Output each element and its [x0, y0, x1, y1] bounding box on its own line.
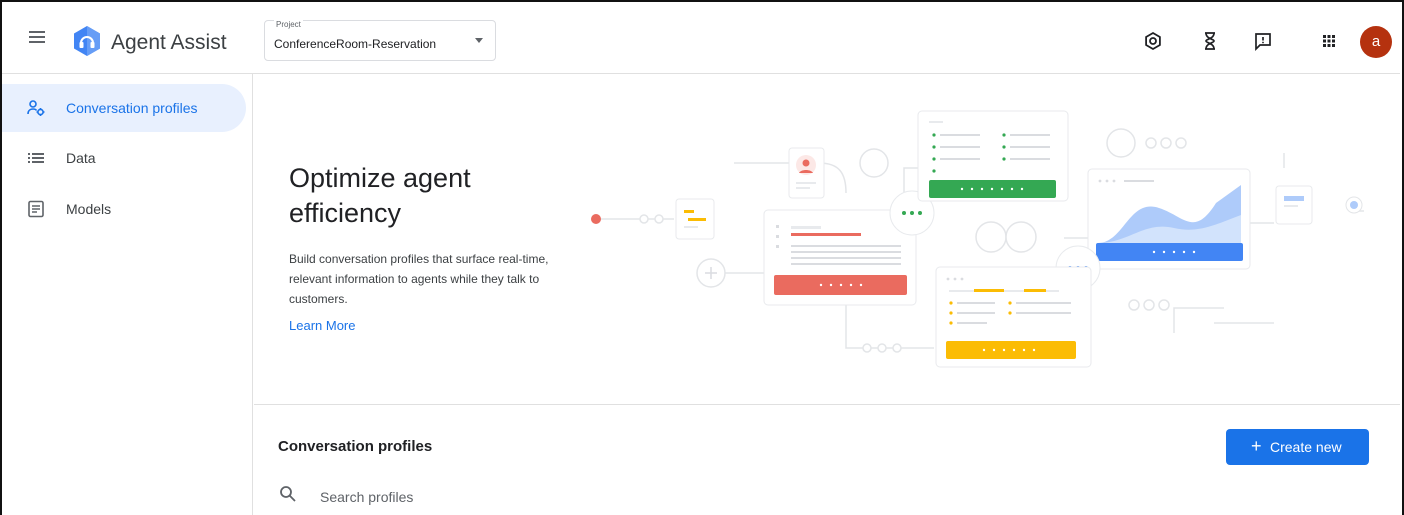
project-label: Project — [274, 20, 303, 29]
search-icon — [280, 486, 296, 502]
hero-banner: Optimize agent efficiency Build conversa… — [254, 75, 1400, 405]
profiles-icon — [27, 100, 45, 116]
search-input[interactable] — [320, 486, 720, 508]
app-title: Agent Assist — [111, 31, 227, 54]
sidebar-item-label: Conversation profiles — [66, 100, 198, 116]
project-value: ConferenceRoom-Reservation — [274, 37, 437, 51]
chevron-down-icon — [475, 38, 483, 43]
sidebar-item-data[interactable]: Data — [2, 134, 246, 182]
hourglass-icon[interactable] — [1199, 30, 1221, 52]
sidebar: Conversation profiles Data Models — [2, 74, 253, 515]
hero-description: Build conversation profiles that surface… — [289, 252, 549, 306]
sidebar-item-label: Models — [66, 201, 112, 217]
hero-title: Optimize agent efficiency — [289, 163, 471, 228]
sidebar-item-label: Data — [66, 150, 96, 166]
user-avatar[interactable]: a — [1360, 26, 1392, 58]
menu-icon[interactable] — [27, 28, 47, 48]
plus-icon: + — [1251, 436, 1262, 456]
document-icon — [28, 200, 44, 218]
list-icon — [28, 153, 44, 163]
sidebar-item-models[interactable]: Models — [2, 185, 246, 233]
learn-more-link[interactable]: Learn More — [289, 318, 355, 333]
hero-illustration — [591, 110, 1364, 368]
agent-assist-logo-icon — [74, 26, 100, 56]
create-new-label: Create new — [1270, 439, 1342, 455]
top-app-bar: Agent Assist Project ConferenceRoom-Rese… — [2, 2, 1400, 74]
sidebar-item-conversation-profiles[interactable]: Conversation profiles — [2, 84, 246, 132]
section-title: Conversation profiles — [278, 438, 433, 455]
feedback-icon[interactable] — [1252, 30, 1274, 52]
settings-icon[interactable] — [1142, 30, 1164, 52]
project-selector[interactable]: Project ConferenceRoom-Reservation — [264, 20, 496, 61]
create-new-button[interactable]: + Create new — [1226, 429, 1369, 465]
apps-grid-icon[interactable] — [1318, 30, 1340, 52]
